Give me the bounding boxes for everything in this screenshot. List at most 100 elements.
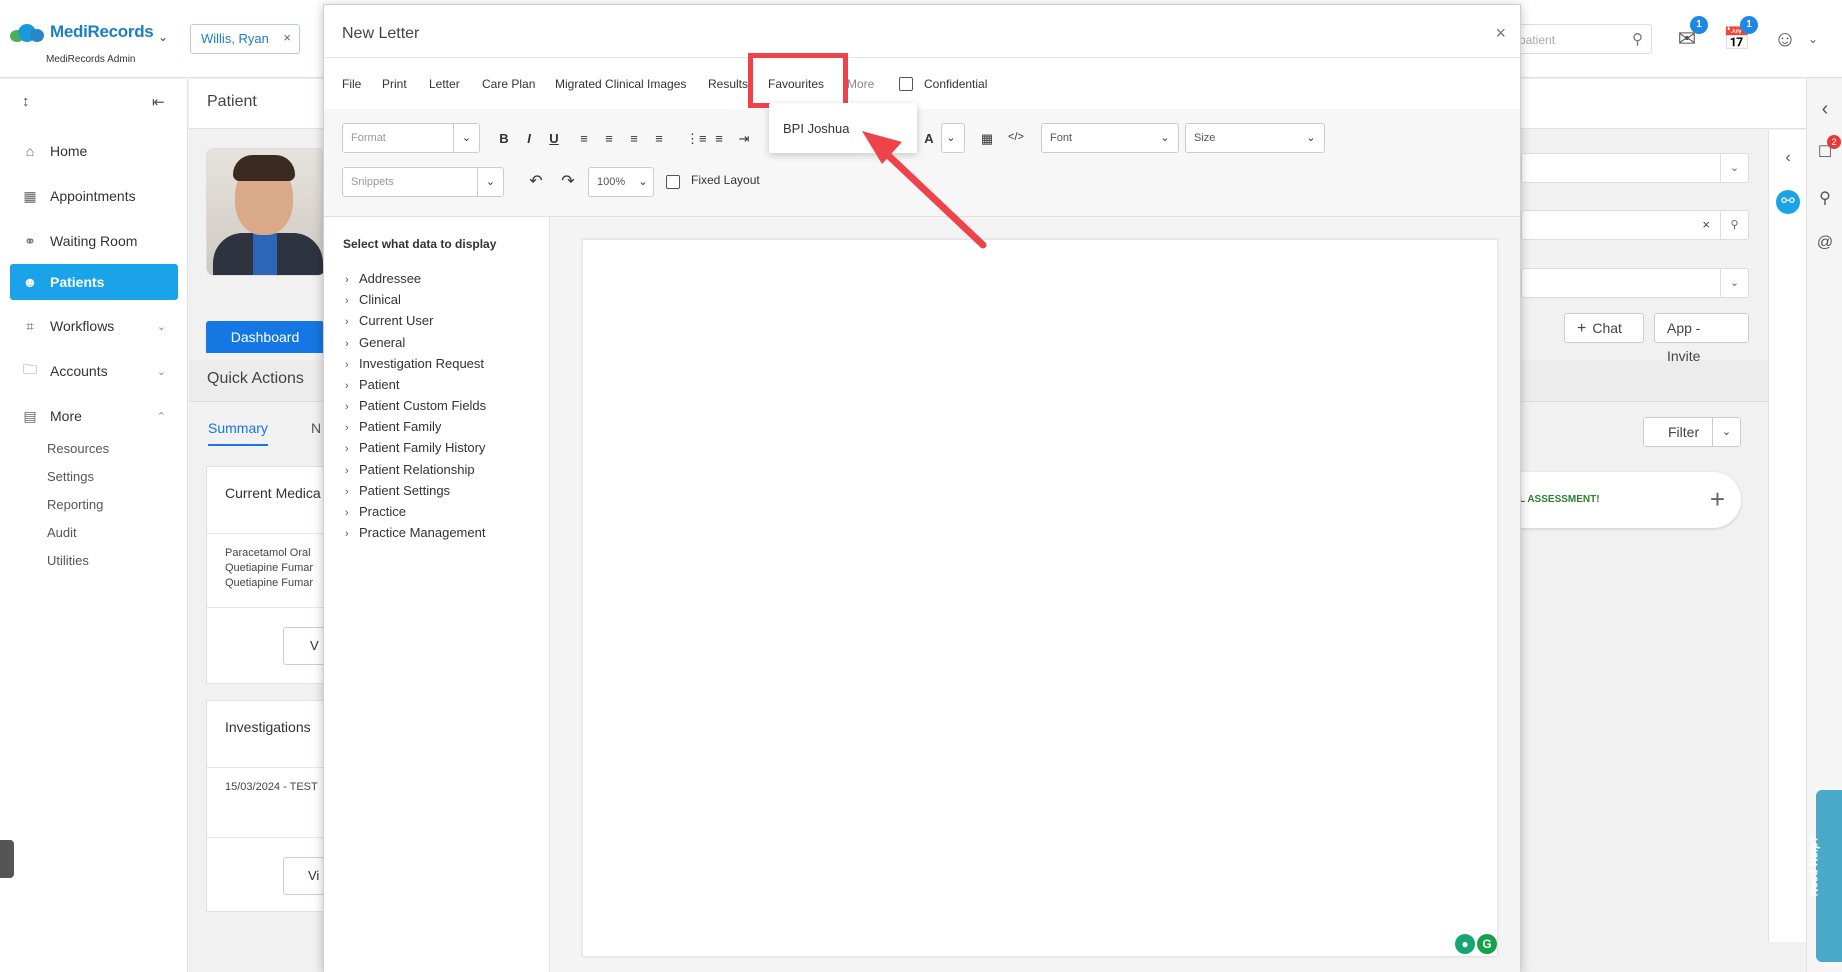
chat-button[interactable]: + Chat — [1564, 313, 1644, 343]
size-select[interactable]: Size ⌄ — [1185, 123, 1325, 153]
sidebar-subitem-settings[interactable]: Settings — [47, 469, 94, 484]
menu-results[interactable]: Results — [708, 77, 748, 91]
align-center-icon[interactable]: ≡ — [601, 131, 617, 146]
menu-migrated-clinical-images[interactable]: Migrated Clinical Images — [555, 77, 686, 91]
mail-icon[interactable]: ✉ 1 — [1672, 16, 1708, 54]
bold-icon[interactable]: B — [496, 131, 512, 146]
tree-item-investigation-request[interactable]: › Investigation Request — [345, 356, 484, 371]
table-icon[interactable]: ▦ — [979, 131, 995, 147]
sidebar-item-waiting-room[interactable]: ⚭ Waiting Room — [10, 223, 178, 259]
zoom-select[interactable]: 100% ⌄ — [588, 167, 654, 197]
add-icon[interactable]: + — [1710, 484, 1725, 515]
sidebar-item-patients[interactable]: ☻ Patients — [10, 264, 178, 300]
menu-more[interactable]: More — [847, 77, 874, 91]
confidential-checkbox[interactable] — [899, 77, 913, 91]
writing-assistant-icon[interactable]: ● — [1455, 934, 1475, 954]
app-invite-button[interactable]: App - Invite — [1654, 313, 1749, 364]
snippets-select[interactable]: Snippets ⌄ — [342, 167, 504, 197]
sidebar-subitem-audit[interactable]: Audit — [47, 525, 77, 540]
menu-file[interactable]: File — [342, 77, 361, 91]
tree-item-practice[interactable]: › Practice — [345, 504, 406, 519]
tree-item-patient-custom-fields[interactable]: › Patient Custom Fields — [345, 398, 486, 413]
editor-toolbar: Format ⌄ B I U ≡ ≡ ≡ ≡ ⋮≡ ≡ ⇥ A ⌄ ▦ </> F… — [324, 109, 1520, 217]
user-account-icon[interactable]: ☺ — [1770, 24, 1800, 54]
favourites-option[interactable]: BPI Joshua — [783, 121, 850, 136]
letter-editor-canvas[interactable]: ● G — [582, 239, 1498, 957]
patient-chip[interactable]: Willis, Ryan × — [190, 24, 300, 54]
sidebar-item-workflows[interactable]: ⌗ Workflows ⌄ — [10, 308, 178, 344]
chevron-down-icon[interactable]: ⌄ — [1798, 24, 1828, 54]
tree-item-general[interactable]: › General — [345, 335, 405, 350]
text-color-dropdown[interactable]: ⌄ — [941, 123, 965, 153]
sidebar-subitem-reporting[interactable]: Reporting — [47, 497, 103, 512]
tasks-calendar-icon[interactable]: 📅 1 — [1722, 16, 1758, 54]
chevron-down-icon[interactable]: ⌄ — [158, 30, 168, 44]
search-icon[interactable]: ⚲ — [1720, 211, 1748, 239]
tree-item-patient-settings[interactable]: › Patient Settings — [345, 483, 450, 498]
format-select[interactable]: Format ⌄ — [342, 123, 480, 153]
need-help-tab[interactable]: Need Help? — [1808, 790, 1842, 962]
fixed-layout-checkbox[interactable] — [666, 175, 680, 189]
dashboard-button[interactable]: Dashboard — [206, 321, 324, 353]
undo-icon[interactable]: ↶ — [528, 171, 544, 191]
italic-icon[interactable]: I — [521, 131, 537, 146]
align-right-icon[interactable]: ≡ — [626, 131, 642, 146]
background-select[interactable]: ⌄ — [1521, 153, 1749, 183]
patient-search-input[interactable]: patient ⚲ — [1508, 24, 1652, 54]
clear-icon[interactable]: × — [1702, 217, 1710, 232]
sidebar-item-home[interactable]: ⌂ Home — [10, 133, 178, 169]
underline-icon[interactable]: U — [546, 131, 562, 146]
tree-item-patient-family[interactable]: › Patient Family — [345, 419, 441, 434]
sidebar-subitem-utilities[interactable]: Utilities — [47, 553, 89, 568]
tree-item-patient[interactable]: › Patient — [345, 377, 399, 392]
numbered-list-icon[interactable]: ≡ — [711, 131, 727, 146]
medirecords-logo[interactable]: MediRecords — [10, 22, 154, 42]
redo-icon[interactable]: ↷ — [560, 171, 576, 191]
chevron-right-icon: › — [345, 316, 349, 328]
tree-item-current-user[interactable]: › Current User — [345, 313, 433, 328]
tab-notes[interactable]: N — [311, 420, 321, 436]
filter-button[interactable]: Filter ⌄ — [1643, 417, 1741, 447]
align-left-icon[interactable]: ≡ — [576, 131, 592, 146]
collapse-sidebar-icon[interactable]: ⇤ — [152, 93, 165, 111]
sidebar-item-accounts[interactable]: 🗀 Accounts ⌄ — [10, 353, 178, 389]
sidebar-item-appointments[interactable]: ▦ Appointments — [10, 178, 178, 214]
indent-icon[interactable]: ⇥ — [736, 131, 752, 147]
sidebar-subitem-resources[interactable]: Resources — [47, 441, 109, 456]
pin-icon[interactable]: ⚲ — [1813, 187, 1837, 211]
tab-summary[interactable]: Summary — [208, 420, 268, 446]
sidebar-item-more[interactable]: ▤ More ⌃ — [10, 398, 178, 434]
chevron-left-icon[interactable]: ‹ — [1813, 97, 1837, 121]
source-code-icon[interactable]: </> — [1008, 131, 1024, 143]
sort-icon[interactable]: ↕ — [22, 93, 30, 110]
tree-item-patient-relationship[interactable]: › Patient Relationship — [345, 462, 475, 477]
tree-item-practice-management[interactable]: › Practice Management — [345, 525, 485, 540]
chevron-left-icon[interactable]: ‹ — [1776, 146, 1800, 170]
font-select[interactable]: Font ⌄ — [1041, 123, 1179, 153]
tree-item-clinical[interactable]: › Clinical — [345, 292, 401, 307]
text-color-icon[interactable]: A — [921, 131, 937, 146]
grammarly-icon[interactable]: G — [1477, 934, 1497, 954]
menu-care-plan[interactable]: Care Plan — [482, 77, 535, 91]
side-tab[interactable] — [0, 840, 14, 878]
waiting-room-icon: ⚭ — [24, 232, 36, 249]
chevron-down-icon[interactable]: ⌄ — [1712, 418, 1740, 446]
background-search-field[interactable]: ⚲ × — [1521, 210, 1749, 240]
menu-print[interactable]: Print — [382, 77, 407, 91]
search-placeholder: patient — [1519, 33, 1556, 47]
menu-letter[interactable]: Letter — [429, 77, 460, 91]
tree-item-patient-family-history[interactable]: › Patient Family History — [345, 440, 485, 455]
justify-icon[interactable]: ≡ — [651, 131, 667, 146]
tag-icon[interactable]: ⚯ — [1776, 190, 1800, 214]
comments-icon[interactable]: ☐ 2 — [1813, 135, 1841, 165]
search-icon[interactable]: ⚲ — [1632, 30, 1643, 48]
close-icon[interactable]: × — [1495, 23, 1506, 44]
background-select[interactable]: ⌄ — [1521, 268, 1749, 298]
chevron-up-icon: ⌃ — [156, 410, 166, 423]
bullet-list-icon[interactable]: ⋮≡ — [686, 131, 707, 147]
tree-item-label: Practice — [359, 504, 406, 519]
close-icon[interactable]: × — [283, 30, 291, 45]
tree-item-addressee[interactable]: › Addressee — [345, 271, 421, 286]
chevron-right-icon: › — [345, 422, 349, 434]
at-icon[interactable]: @ — [1813, 231, 1837, 255]
